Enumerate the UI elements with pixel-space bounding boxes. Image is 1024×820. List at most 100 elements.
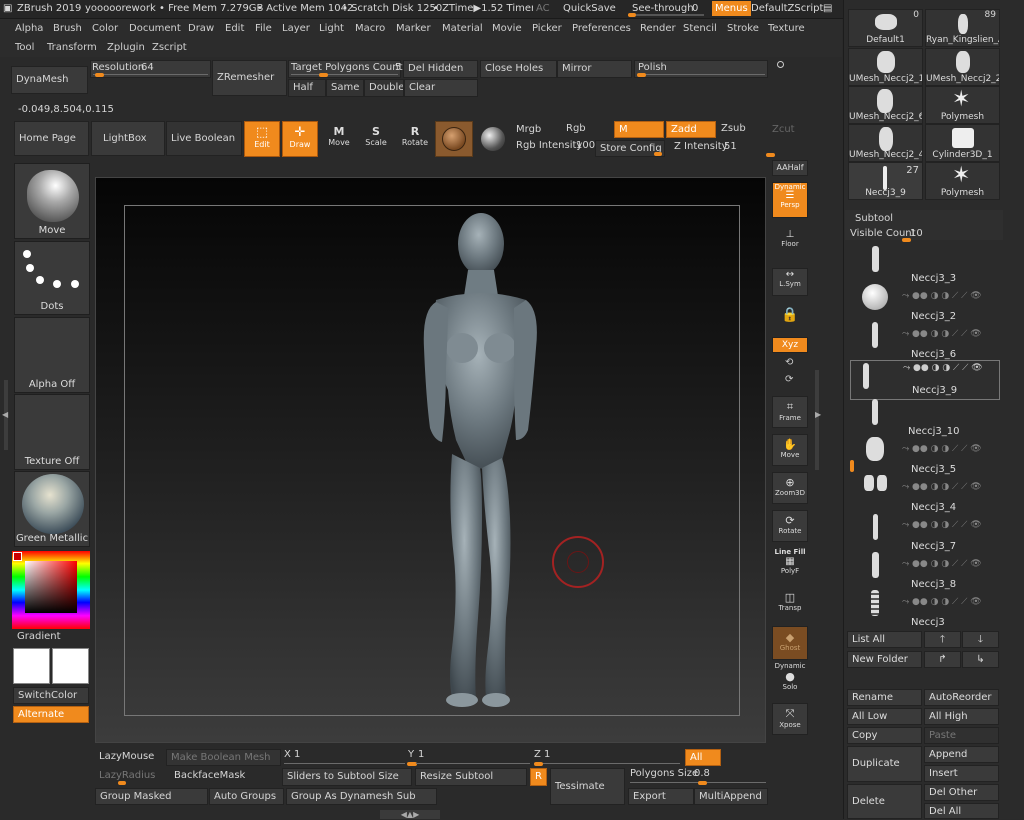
auto-groups-button[interactable]: Auto Groups: [209, 788, 284, 805]
zsub-button[interactable]: Zsub: [717, 121, 767, 138]
zadd-button[interactable]: Zadd: [666, 121, 716, 138]
seethrough-slider[interactable]: [628, 13, 704, 17]
del-all-button[interactable]: Del All: [924, 803, 999, 819]
frame-button[interactable]: ⌗ Frame: [772, 396, 808, 428]
ghost-button[interactable]: ◆ Ghost: [772, 626, 808, 660]
menu-alpha[interactable]: Alpha: [15, 23, 43, 34]
subtool-controls-icon[interactable]: ⤳ ●● ◑ ◑ ⟋ ⟋ 👁: [902, 597, 982, 607]
arrow-down-right-icon[interactable]: ↳: [962, 651, 999, 668]
resolution-slider[interactable]: Resolution 64: [90, 60, 211, 78]
tool-umesh-1[interactable]: UMesh_Neccj2_1: [848, 48, 923, 86]
menu-light[interactable]: Light: [319, 23, 344, 34]
zremesher-button[interactable]: ZRemesher: [212, 60, 287, 96]
store-config-knob[interactable]: [654, 152, 662, 156]
same-button[interactable]: Same: [326, 79, 364, 97]
material-selector[interactable]: Green Metallic: [14, 471, 90, 547]
rotate-view-button[interactable]: ⟳ Rotate: [772, 510, 808, 542]
subtool-controls-icon[interactable]: ⤳ ●● ◑ ◑ ⟋ ⟋ 👁: [903, 363, 983, 373]
resolution-knob[interactable]: [95, 73, 104, 77]
menu-tool[interactable]: Tool: [15, 42, 34, 53]
solo-button[interactable]: Dynamic ● Solo: [772, 662, 808, 696]
duplicate-button[interactable]: Duplicate: [847, 746, 922, 782]
floor-button[interactable]: ⊥ Floor: [772, 229, 808, 257]
alternate-button[interactable]: Alternate: [13, 706, 89, 723]
menu-layer[interactable]: Layer: [282, 23, 310, 34]
delete-button[interactable]: Delete: [847, 784, 922, 819]
double-button[interactable]: Double: [364, 79, 404, 97]
polygons-size-slider[interactable]: Polygons Size 0.8: [628, 768, 768, 785]
zcut-button[interactable]: Zcut: [772, 124, 795, 135]
rgb-button[interactable]: Rgb: [562, 121, 612, 138]
polygons-size-knob[interactable]: [698, 781, 707, 785]
live-boolean-button[interactable]: Live Boolean: [166, 121, 242, 156]
del-other-button[interactable]: Del Other: [924, 784, 999, 801]
group-as-dynamesh-sub-button[interactable]: Group As Dynamesh Sub: [286, 788, 437, 805]
menus-toggle[interactable]: Menus: [712, 1, 751, 16]
export-button[interactable]: Export: [628, 788, 694, 805]
multiappend-button[interactable]: MultiAppend: [694, 788, 768, 805]
backfacemask-button[interactable]: BackfaceMask: [170, 768, 280, 785]
brush-selector[interactable]: Move: [14, 163, 90, 239]
del-hidden-button[interactable]: Del Hidden: [403, 60, 478, 78]
insert-button[interactable]: Insert: [924, 765, 999, 782]
xpose-button[interactable]: ⤧ Xpose: [772, 703, 808, 735]
xyz-button[interactable]: Xyz: [772, 337, 808, 353]
menu-preferences[interactable]: Preferences: [572, 23, 631, 34]
move-down-icon[interactable]: 🡓: [962, 631, 999, 648]
subtool-controls-icon[interactable]: ⤳ ●● ◑ ◑ ⟋ ⟋ 👁: [902, 444, 982, 454]
tool-polymesh-a[interactable]: ✶ Polymesh: [925, 86, 1000, 124]
z-rotate-icon[interactable]: ⟳: [785, 374, 793, 385]
visible-count-knob[interactable]: [902, 238, 911, 242]
canvas-viewport[interactable]: [95, 177, 766, 743]
subtool-controls-icon[interactable]: ⤳ ●● ◑ ◑ ⟋ ⟋ 👁: [902, 482, 982, 492]
right-tray-handle[interactable]: [815, 370, 819, 470]
menu-movie[interactable]: Movie: [492, 23, 522, 34]
paste-button[interactable]: Paste: [924, 727, 999, 744]
secondary-color-swatch[interactable]: [52, 648, 89, 684]
color-square[interactable]: [25, 561, 77, 613]
bottom-tray-toggle-icon[interactable]: ◀▲▶: [380, 810, 440, 819]
list-all-button[interactable]: List All: [847, 631, 922, 648]
menu-brush[interactable]: Brush: [53, 23, 82, 34]
edit-mode-button[interactable]: ⬚ Edit: [244, 121, 280, 157]
menu-marker[interactable]: Marker: [396, 23, 431, 34]
target-polygons-slider[interactable]: Target Polygons Count 5: [288, 60, 403, 78]
menu-file[interactable]: File: [255, 23, 272, 34]
resize-subtool-button[interactable]: Resize Subtool: [415, 768, 527, 786]
seethrough-label[interactable]: See-through: [632, 3, 694, 14]
tool-umesh-4[interactable]: UMesh_Neccj2_4: [848, 124, 923, 162]
menu-zplugin[interactable]: Zplugin: [107, 42, 145, 53]
material-swatch-button[interactable]: [435, 121, 473, 157]
new-folder-button[interactable]: New Folder: [847, 651, 922, 668]
subtool-controls-icon[interactable]: ⤳ ●● ◑ ◑ ⟋ ⟋ 👁: [902, 329, 982, 339]
polish-knob[interactable]: [637, 73, 646, 77]
quicksave-button[interactable]: QuickSave: [563, 3, 616, 14]
subtool-item-selected[interactable]: ⤳ ●● ◑ ◑ ⟋ ⟋ 👁 Neccj3_9: [850, 360, 1000, 400]
subtool-controls-icon[interactable]: ⤳ ●● ◑ ◑ ⟋ ⟋ 👁: [902, 559, 982, 569]
draw-mode-button[interactable]: ✛ Draw: [282, 121, 318, 157]
z-intensity-slider[interactable]: Z Intensity 51: [670, 140, 778, 157]
switchcolor-button[interactable]: SwitchColor: [13, 687, 89, 704]
close-holes-button[interactable]: Close Holes: [480, 60, 557, 78]
half-button[interactable]: Half: [288, 79, 326, 97]
mirror-button[interactable]: Mirror: [557, 60, 632, 78]
y-rotate-icon[interactable]: ⟲: [785, 357, 793, 368]
tool-polymesh-b[interactable]: ✶ Polymesh: [925, 162, 1000, 200]
polish-slider[interactable]: Polish: [634, 60, 768, 78]
persp-button[interactable]: Dynamic ☰ Persp: [772, 182, 808, 218]
y-size-slider[interactable]: Y 1: [407, 749, 532, 766]
zoom3d-button[interactable]: ⊕ Zoom3D: [772, 472, 808, 504]
color-picker[interactable]: [12, 551, 90, 629]
lock-button[interactable]: 🔒: [772, 303, 808, 331]
tool-umesh-2[interactable]: UMesh_Neccj2_2: [925, 48, 1000, 86]
r-button[interactable]: R: [530, 768, 547, 786]
menu-stroke[interactable]: Stroke: [727, 23, 759, 34]
lazyradius-slider[interactable]: LazyRadius: [95, 768, 167, 785]
tool-neccj3-9[interactable]: 27 Neccj3_9: [848, 162, 923, 200]
menu-render[interactable]: Render: [640, 23, 676, 34]
subtool-controls-icon[interactable]: ⤳ ●● ◑ ◑ ⟋ ⟋ 👁: [902, 291, 982, 301]
alpha-selector[interactable]: Alpha Off: [14, 317, 90, 393]
lsym-button[interactable]: ↔ L.Sym: [772, 268, 808, 296]
main-color-swatch[interactable]: [13, 648, 50, 684]
female-figure-model[interactable]: [96, 178, 767, 744]
